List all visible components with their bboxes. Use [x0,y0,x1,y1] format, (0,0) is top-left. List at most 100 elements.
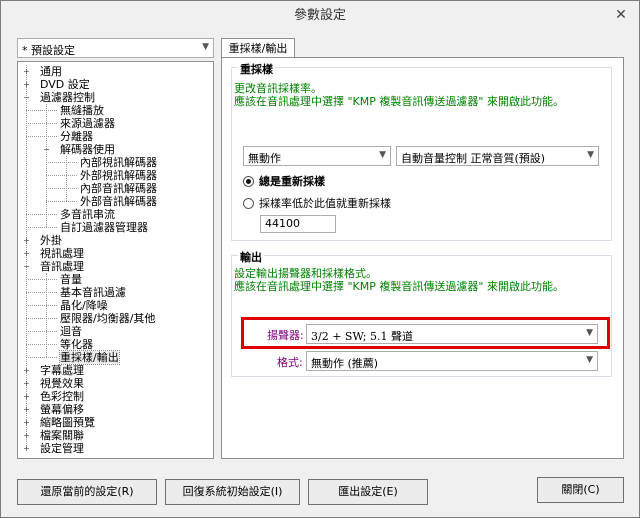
tree-item[interactable]: 內部視訊解碼器 [18,156,213,169]
tree-item[interactable]: + 字幕處理 [18,364,213,377]
collapse-icon[interactable]: − [22,262,31,271]
tree-item[interactable]: 壓限器/均衡器/其他 [18,312,213,325]
expand-icon[interactable]: + [22,366,31,375]
expand-icon[interactable]: + [22,236,31,245]
tree-item[interactable]: 無縫播放 [18,104,213,117]
tree-item[interactable]: + DVD 設定 [18,78,213,91]
resample-below-label: 採樣率低於此值就重新採樣 [259,197,391,210]
tree-item[interactable]: 多音訊串流 [18,208,213,221]
radio-dot [243,176,254,187]
tree-item[interactable]: 外部音訊解碼器 [18,195,213,208]
title-bar[interactable]: 參數設定 ✕ [1,1,639,31]
sample-rate-input[interactable]: 44100 [260,215,336,233]
restore-current-button[interactable]: 還原當前的設定(R) [17,479,157,505]
tree-connector [26,344,57,345]
resample-below-radio[interactable]: 採樣率低於此值就重新採樣 [243,197,493,211]
tree-connector [26,110,57,111]
tree-item-label: 通用 [40,65,62,78]
tree-item[interactable]: − 解碼器使用 [18,143,213,156]
tree-connector [26,123,57,124]
tree-item-label: 檔案關聯 [40,429,84,442]
format-select[interactable]: 無動作 (推薦) ▼ [306,351,598,371]
tree-item-label: 視覺效果 [40,377,84,390]
tree-item[interactable]: + 外掛 [18,234,213,247]
close-icon[interactable]: ✕ [613,7,629,23]
tree-connector [46,162,77,163]
resample-quality-value: 自動音量控制 正常音質(預設) [401,152,546,165]
expand-icon[interactable]: + [22,431,31,440]
output-desc-line2: 應該在音訊處理中選擇 "KMP 複製音訊傳送過濾器" 來開啟此功能。 [234,280,564,293]
tree-item[interactable]: 晶化/降噪 [18,299,213,312]
tree-item[interactable]: + 檔案關聯 [18,429,213,442]
tree-connector [26,214,57,215]
tree-item[interactable]: 來源過濾器 [18,117,213,130]
tree-item[interactable]: + 設定管理 [18,442,213,455]
resample-mode-value: 無動作 [248,152,281,165]
tree-item-label: 晶化/降噪 [60,299,108,312]
resample-group-title: 重採樣 [238,61,275,77]
chevron-down-icon: ▼ [587,150,594,160]
expand-icon[interactable]: + [22,444,31,453]
window-title: 參數設定 [293,8,346,23]
expand-icon[interactable]: + [22,249,31,258]
tree-item-label: 內部視訊解碼器 [80,156,157,169]
tree-item-label: 迴音 [60,325,82,338]
settings-tree[interactable]: + 通用 + DVD 設定 − 過濾器控制 無縫播放 來源過濾器 分離器 − 解碼器使用 內部視訊解碼… [17,61,214,459]
tree-item[interactable]: − 音訊處理 [18,260,213,273]
tree-item-label: 無縫播放 [60,104,104,117]
tree-item[interactable]: + 螢幕偏移 [18,403,213,416]
resample-desc-line1: 更改音訊採樣率。 [234,82,322,95]
tree-item[interactable]: + 視訊處理 [18,247,213,260]
tree-item[interactable]: + 視覺效果 [18,377,213,390]
tree-connector [46,188,77,189]
tree-item-label: 縮略圖預覽 [40,416,95,429]
tab-resample-output[interactable]: 重採樣/輸出 [221,38,295,58]
tree-item[interactable]: 迴音 [18,325,213,338]
collapse-icon[interactable]: − [22,93,31,102]
resample-quality-select[interactable]: 自動音量控制 正常音質(預設) ▼ [396,146,599,166]
tree-item-label: 基本音訊過濾 [60,286,126,299]
tree-item[interactable]: 內部音訊解碼器 [18,182,213,195]
preset-select[interactable]: * 預設設定 ▼ [17,38,214,58]
tree-item[interactable]: 音量 [18,273,213,286]
tree-item-label: 字幕處理 [40,364,84,377]
tree-item[interactable]: 重採樣/輸出 [18,350,213,365]
output-desc-line1: 設定輸出揚聲器和採樣格式。 [234,267,377,280]
tree-item-label: 外部視訊解碼器 [80,169,157,182]
expand-icon[interactable]: + [22,80,31,89]
tree-item[interactable]: 自訂過濾器管理器 [18,221,213,234]
expand-icon[interactable]: + [22,405,31,414]
tree-item[interactable]: − 過濾器控制 [18,91,213,104]
expand-icon[interactable]: + [22,67,31,76]
tree-item-label: 分離器 [60,130,93,143]
preset-value: * 預設設定 [22,44,75,57]
restore-default-button[interactable]: 回復系統初始設定(I) [165,479,300,505]
collapse-icon[interactable]: − [42,145,51,154]
tree-connector [26,305,57,306]
tree-item-label: 外掛 [40,234,62,247]
resample-mode-select[interactable]: 無動作 ▼ [243,146,391,166]
tree-connector [46,175,77,176]
tree-connector [46,201,77,202]
chevron-down-icon: ▼ [202,42,209,52]
tree-item[interactable]: 基本音訊過濾 [18,286,213,299]
tree-connector [26,136,57,137]
tree-item-label: 音訊處理 [40,260,84,273]
tree-item[interactable]: + 通用 [18,65,213,78]
tree-item-label: 解碼器使用 [60,143,115,156]
expand-icon[interactable]: + [22,379,31,388]
always-resample-radio[interactable]: 總是重新採樣 [243,175,443,189]
chevron-down-icon: ▼ [586,355,593,365]
expand-icon[interactable]: + [22,418,31,427]
tree-item[interactable]: 等化器 [18,338,213,351]
tree-item[interactable]: + 縮略圖預覽 [18,416,213,429]
tree-connector [26,279,57,280]
close-button[interactable]: 關閉(C) [537,477,624,503]
chevron-down-icon: ▼ [379,150,386,160]
export-settings-button[interactable]: 匯出設定(E) [308,479,428,505]
tree-item-label: 音量 [60,273,82,286]
tree-item[interactable]: 分離器 [18,130,213,143]
expand-icon[interactable]: + [22,392,31,401]
tree-item[interactable]: + 色彩控制 [18,390,213,403]
tree-item[interactable]: 外部視訊解碼器 [18,169,213,182]
